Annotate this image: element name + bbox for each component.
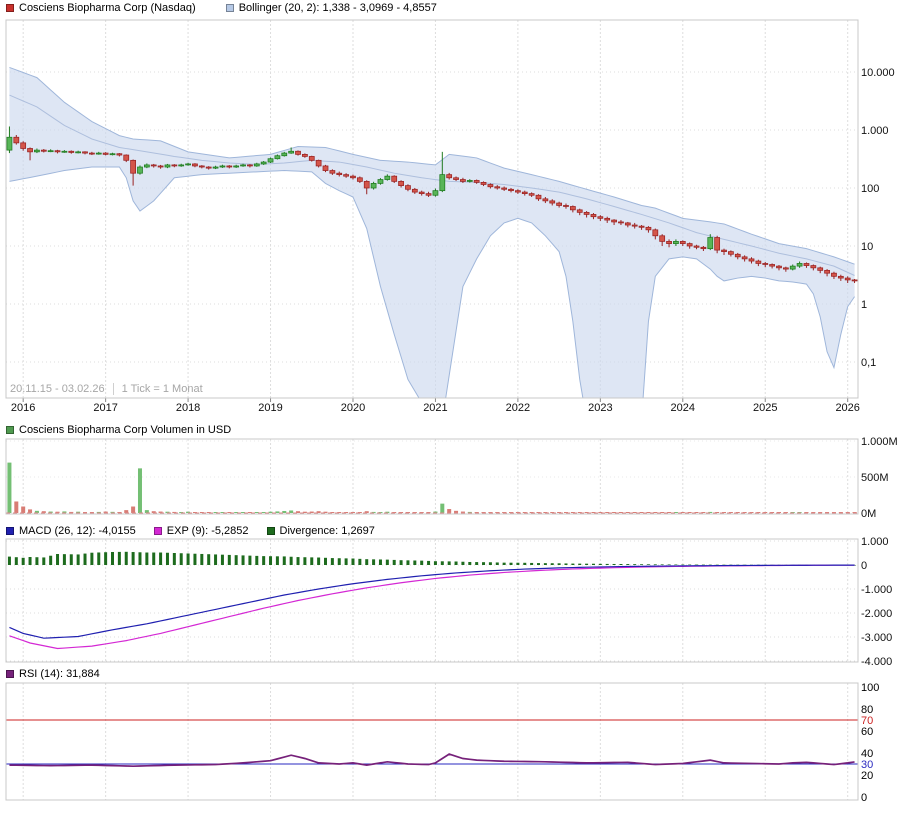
svg-text:1.000M: 1.000M	[861, 436, 898, 448]
svg-text:1: 1	[861, 299, 867, 311]
macd-axis-labels: 1.000 0 -1.000 -2.000 -3.000 -4.000	[861, 536, 892, 668]
price-series-legend-item: Cosciens Biopharma Corp (Nasdaq)	[6, 2, 196, 14]
divergence-legend-item: Divergence: 1,2697	[266, 525, 375, 537]
svg-text:2017: 2017	[93, 402, 117, 414]
svg-text:2018: 2018	[176, 402, 200, 414]
macd-legend: MACD (26, 12): -4,0155 EXP (9): -5,2852 …	[6, 524, 375, 538]
volume-axis-labels: 1.000M 500M 0M	[861, 436, 898, 520]
svg-text:10.000: 10.000	[861, 67, 895, 79]
rsi-legend-item: RSI (14): 31,884	[6, 668, 100, 680]
rsi-label: RSI (14): 31,884	[19, 668, 100, 680]
volume-bars	[7, 462, 857, 513]
svg-text:100: 100	[861, 682, 879, 694]
svg-text:0: 0	[861, 560, 867, 572]
svg-text:2016: 2016	[11, 402, 35, 414]
price-series-label: Cosciens Biopharma Corp (Nasdaq)	[19, 2, 196, 14]
bollinger-swatch-icon	[225, 4, 234, 12]
svg-text:20: 20	[861, 770, 873, 782]
svg-text:-2.000: -2.000	[861, 608, 892, 620]
macd-label: MACD (26, 12): -4,0155	[19, 525, 136, 537]
svg-text:1.000: 1.000	[861, 536, 889, 548]
macd-swatch-icon	[6, 527, 14, 535]
rsi-legend: RSI (14): 31,884	[6, 667, 100, 681]
divergence-label: Divergence: 1,2697	[279, 525, 375, 537]
svg-text:500M: 500M	[861, 472, 889, 484]
stock-chart-panel: 2016 2017 2018 2019 2020 2021 2022 2023 2024 2025…	[0, 0, 900, 814]
exp-legend-item: EXP (9): -5,2852	[153, 525, 249, 537]
svg-text:2026: 2026	[835, 402, 859, 414]
volume-label: Cosciens Biopharma Corp Volumen in USD	[19, 424, 232, 436]
macd-line	[9, 564, 855, 639]
divergence-bars	[7, 551, 857, 566]
bollinger-legend-item: Bollinger (20, 2): 1,338 - 3,0969 - 4,85…	[225, 2, 437, 14]
chart-canvas: 2016 2017 2018 2019 2020 2021 2022 2023 2024 2025…	[5, 19, 898, 804]
bollinger-label: Bollinger (20, 2): 1,338 - 3,0969 - 4,85…	[238, 2, 437, 14]
svg-text:-4.000: -4.000	[861, 656, 892, 668]
x-axis-year-labels: 2016 2017 2018 2019 2020 2021 2022 2023 2024 2025…	[11, 398, 860, 414]
volume-legend: Cosciens Biopharma Corp Volumen in USD	[6, 423, 231, 437]
svg-text:2022: 2022	[506, 402, 530, 414]
svg-text:0: 0	[861, 792, 867, 804]
bollinger-band	[9, 66, 855, 398]
tick-interval-label: 1 Tick = 1 Monat	[121, 383, 203, 395]
svg-text:100: 100	[861, 183, 879, 195]
range-divider	[112, 383, 114, 395]
divergence-swatch-icon	[266, 527, 275, 535]
svg-text:2024: 2024	[671, 402, 695, 414]
price-axis-labels: 10.000 1.000 100 10 1 0,1	[861, 67, 895, 369]
rsi-axis-labels: 1008070604030200	[861, 682, 879, 804]
price-legend: Cosciens Biopharma Corp (Nasdaq) Bolling…	[6, 1, 437, 15]
svg-text:2025: 2025	[753, 402, 777, 414]
volume-gridlines	[6, 440, 858, 478]
macd-legend-item: MACD (26, 12): -4,0155	[6, 525, 136, 537]
svg-text:2021: 2021	[423, 402, 447, 414]
exp-line	[9, 564, 855, 650]
exp-swatch-icon	[153, 527, 162, 535]
svg-text:10: 10	[861, 241, 873, 253]
svg-text:1.000: 1.000	[861, 125, 889, 137]
svg-text:60: 60	[861, 726, 873, 738]
svg-text:2020: 2020	[341, 402, 365, 414]
volume-swatch-icon	[6, 426, 14, 434]
exp-label: EXP (9): -5,2852	[166, 525, 249, 537]
price-series-swatch-icon	[6, 4, 14, 12]
date-range-label: 20.11.15 - 03.02.26	[10, 383, 105, 395]
svg-text:0,1: 0,1	[861, 357, 876, 369]
volume-legend-item: Cosciens Biopharma Corp Volumen in USD	[6, 424, 231, 436]
svg-text:2019: 2019	[258, 402, 282, 414]
svg-text:0M: 0M	[861, 508, 876, 520]
svg-text:-3.000: -3.000	[861, 632, 892, 644]
date-range-info: 20.11.15 - 03.02.26 1 Tick = 1 Monat	[10, 383, 203, 395]
rsi-swatch-icon	[6, 670, 14, 678]
svg-text:2023: 2023	[588, 402, 612, 414]
svg-text:-1.000: -1.000	[861, 584, 892, 596]
